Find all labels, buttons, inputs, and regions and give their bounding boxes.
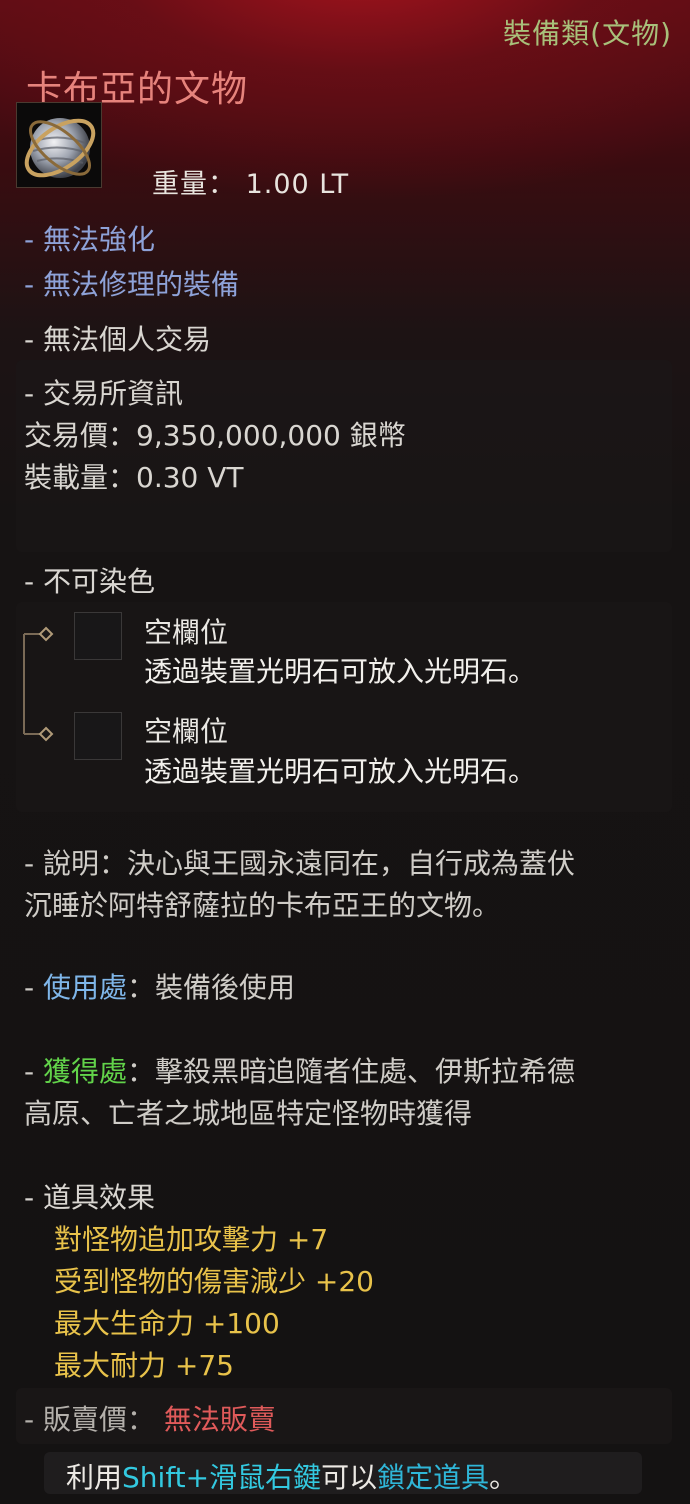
- effects-title: - 道具效果: [24, 1181, 156, 1214]
- socket-1-title: 空欄位: [144, 616, 229, 649]
- usage-dash: -: [24, 971, 44, 1004]
- obtain-value: ：擊殺黑暗追隨者住處、伊斯拉希德: [127, 1055, 576, 1088]
- weight-value: 1.00 LT: [245, 169, 350, 200]
- effect-item: 最大生命力 +100: [54, 1307, 280, 1340]
- description-line-2: 沉睡於阿特舒薩拉的卡布亞王的文物。: [24, 889, 501, 922]
- market-load: 裝載量：0.30 VT: [24, 461, 244, 494]
- lock-hint-text: 利用Shift+滑鼠右鍵可以鎖定道具。: [66, 1456, 517, 1496]
- sell-label: - 販賣價：: [24, 1403, 156, 1436]
- no-enhance-text: - 無法強化: [24, 223, 156, 256]
- socket-connector-icon: [23, 626, 54, 742]
- socket-2-desc: 透過裝置光明石可放入光明石。: [144, 755, 537, 788]
- socket-slot-2[interactable]: [74, 712, 122, 760]
- weight-label: 重量：: [152, 169, 236, 200]
- obtain-info: - 獲得處：擊殺黑暗追隨者住處、伊斯拉希德: [24, 1050, 575, 1090]
- sell-info: - 販賣價： 無法販賣: [24, 1398, 276, 1438]
- hint-prefix: 利用: [66, 1461, 123, 1494]
- weight-info: 重量： 1.00 LT: [152, 162, 349, 201]
- sell-value: 無法販賣: [163, 1403, 276, 1436]
- dye-status: - 不可染色: [24, 565, 156, 598]
- obtain-label: 獲得處: [43, 1055, 128, 1088]
- usage-value: ：裝備後使用: [127, 971, 296, 1004]
- socket-slot-1[interactable]: [74, 612, 122, 660]
- no-trade-text: - 無法個人交易: [24, 323, 212, 356]
- item-category: 裝備類(文物): [503, 17, 672, 50]
- usage-label: 使用處: [43, 971, 128, 1004]
- usage-info: - 使用處：裝備後使用: [24, 966, 295, 1006]
- market-price: 交易價：9,350,000,000 銀幣: [24, 419, 406, 452]
- market-info-title: - 交易所資訊: [24, 377, 184, 410]
- effect-item: 對怪物追加攻擊力 +7: [54, 1223, 329, 1256]
- effect-item: 最大耐力 +75: [54, 1349, 234, 1382]
- item-tooltip: 裝備類(文物) 卡布亞的文物 重量： 1.00 LT - 無法強化 - 無法修理…: [0, 0, 690, 1504]
- no-repair-text: - 無法修理的裝備: [24, 268, 240, 301]
- obtain-line-2: 高原、亡者之城地區特定怪物時獲得: [24, 1097, 473, 1130]
- description-line-1: - 說明：決心與王國永遠同在，自行成為蓋伏: [24, 847, 576, 880]
- hint-key: Shift+滑鼠右鍵: [122, 1461, 322, 1494]
- relic-icon: [16, 102, 102, 188]
- obtain-dash: -: [24, 1055, 44, 1088]
- socket-2-title: 空欄位: [144, 715, 229, 748]
- hint-middle: 可以: [321, 1461, 378, 1494]
- effect-item: 受到怪物的傷害減少 +20: [54, 1265, 374, 1298]
- hint-suffix: 。: [489, 1461, 518, 1494]
- hint-action: 鎖定道具: [377, 1461, 490, 1494]
- socket-1-desc: 透過裝置光明石可放入光明石。: [144, 655, 537, 688]
